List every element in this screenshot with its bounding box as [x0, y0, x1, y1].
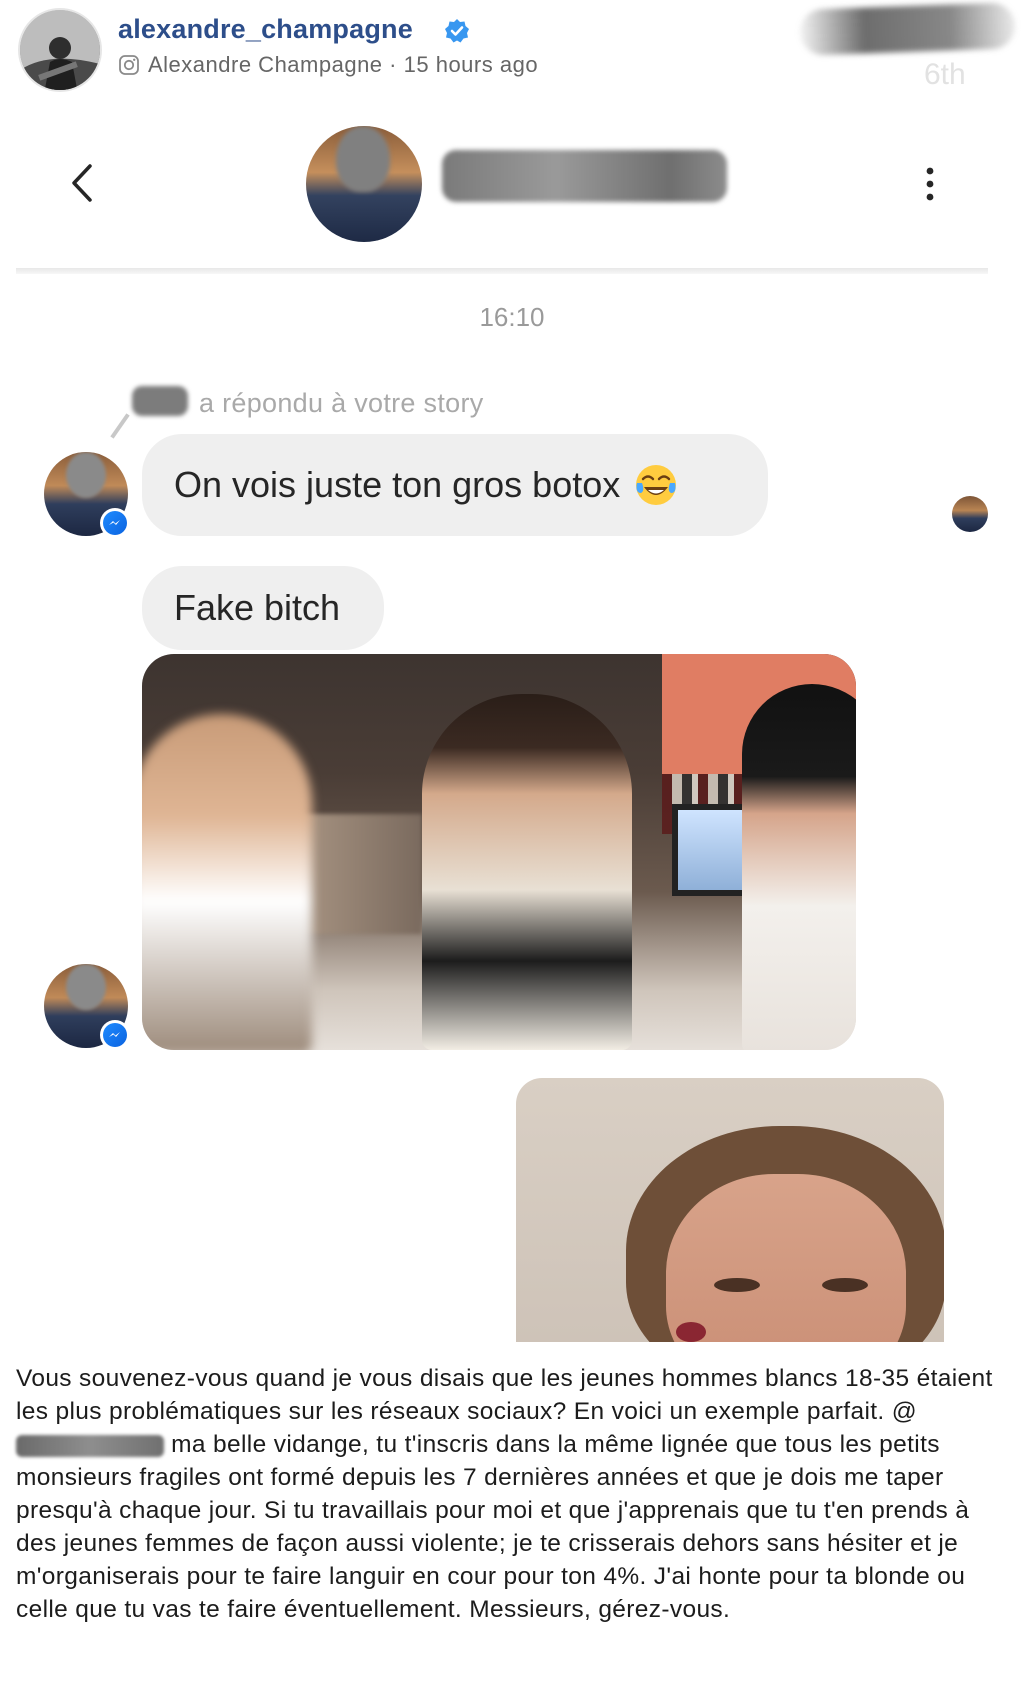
messenger-badge: [100, 508, 130, 538]
message-gif[interactable]: [142, 654, 856, 1050]
post-caption: Vous souvenez-vous quand je vous disais …: [16, 1362, 1008, 1626]
message-timestamp: 16:10: [479, 302, 545, 332]
sender-avatar[interactable]: [44, 964, 130, 1050]
post-subline: Alexandre Champagne · 15 hours ago: [148, 52, 538, 78]
header-divider: [16, 268, 988, 274]
conversation-avatar[interactable]: [306, 126, 422, 242]
reply-name-redacted: [132, 386, 188, 416]
reply-indicator-line: [110, 413, 130, 439]
message-text: On vois juste ton gros botox: [174, 464, 621, 505]
seen-indicator-avatar: [952, 496, 988, 532]
messenger-icon: [109, 520, 120, 525]
sent-photo[interactable]: [516, 1078, 944, 1342]
tears-of-joy-emoji-icon: [636, 465, 677, 505]
message-text: Fake bitch: [174, 587, 341, 628]
caption-text: ma belle vidange, tu t'inscris dans la m…: [16, 1431, 970, 1623]
post-username[interactable]: alexandre_champagne: [118, 14, 413, 45]
mention-redacted[interactable]: [16, 1434, 164, 1457]
instagram-icon: [119, 55, 139, 75]
messenger-badge: [100, 1020, 130, 1050]
post-display-name[interactable]: Alexandre Champagne: [148, 52, 383, 77]
message-bubble[interactable]: Fake bitch: [142, 566, 384, 650]
separator-dot: ·: [389, 52, 397, 77]
verified-badge-icon: [445, 19, 469, 43]
message-bubble[interactable]: On vois juste ton gros botox: [142, 434, 768, 536]
sender-avatar[interactable]: [44, 452, 130, 538]
more-options-icon[interactable]: [918, 164, 942, 204]
back-chevron-icon[interactable]: [66, 160, 102, 206]
avatar-photo: [20, 10, 100, 90]
post-time-ago: 15 hours ago: [403, 52, 539, 77]
redacted-blur: [799, 2, 1016, 56]
messenger-icon: [109, 1032, 120, 1037]
caption-text: Vous souvenez-vous quand je vous disais …: [16, 1365, 993, 1425]
rank-label: 6th: [924, 58, 966, 91]
blurred-face: [336, 126, 390, 192]
post-author-avatar[interactable]: [18, 8, 102, 92]
conversation-name-redacted[interactable]: [442, 150, 727, 202]
story-reply-note: a répondu à votre story: [199, 388, 484, 418]
